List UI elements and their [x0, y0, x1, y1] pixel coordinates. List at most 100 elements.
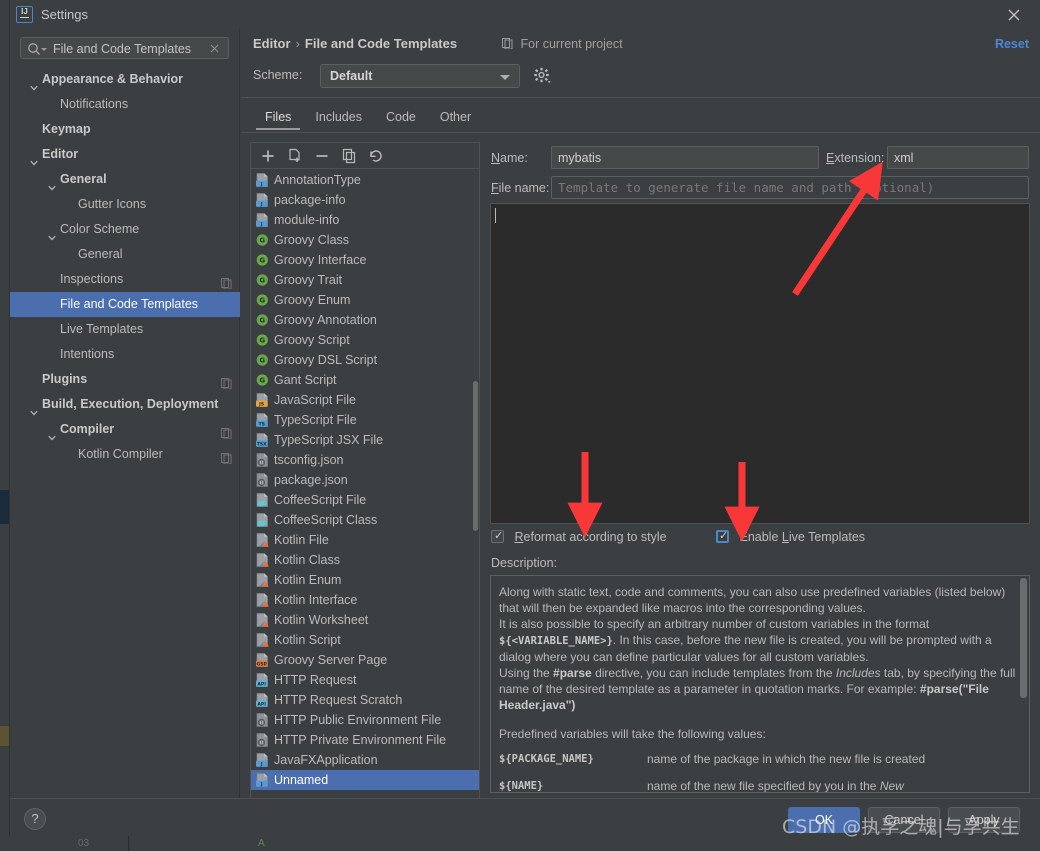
- template-list-item-label: Groovy Server Page: [274, 653, 388, 667]
- live-templates-checkbox-label[interactable]: Enable Live Templates: [739, 530, 865, 544]
- gear-icon[interactable]: [532, 66, 552, 86]
- add-child-icon[interactable]: [286, 147, 304, 165]
- template-list-item[interactable]: Kotlin Script: [251, 630, 479, 650]
- tab-files[interactable]: Files: [253, 105, 303, 130]
- chevron-down-icon[interactable]: [30, 76, 38, 91]
- clear-icon[interactable]: [208, 42, 221, 55]
- template-list-item[interactable]: Kotlin Worksheet: [251, 610, 479, 630]
- tab-other[interactable]: Other: [428, 105, 483, 130]
- sidebar-item-general[interactable]: General: [10, 167, 240, 192]
- template-list-item-label: JavaFXApplication: [274, 753, 378, 767]
- template-list-item[interactable]: Kotlin Interface: [251, 590, 479, 610]
- template-list-item[interactable]: J Unnamed: [251, 770, 479, 790]
- extension-input[interactable]: [887, 146, 1029, 169]
- sidebar-item-build-execution-deployment[interactable]: Build, Execution, Deployment: [10, 392, 240, 417]
- copy-icon[interactable]: [340, 147, 358, 165]
- sidebar-item-intentions[interactable]: Intentions: [10, 342, 240, 367]
- template-list-item[interactable]: API HTTP Request Scratch: [251, 690, 479, 710]
- parse-directive-token: #parse: [553, 666, 592, 680]
- list-scrollbar-thumb[interactable]: [473, 381, 478, 531]
- template-list-item[interactable]: API HTTP Request: [251, 670, 479, 690]
- template-list-item[interactable]: CoffeeScript File: [251, 490, 479, 510]
- ide-background-strip: [0, 0, 9, 851]
- template-list-item-label: Groovy Trait: [274, 273, 343, 287]
- template-list-item[interactable]: G Groovy Interface: [251, 250, 479, 270]
- chevron-down-icon[interactable]: [48, 226, 56, 241]
- reformat-checkbox[interactable]: ✓: [491, 530, 504, 543]
- ok-button[interactable]: OK: [788, 807, 860, 833]
- close-icon[interactable]: [1004, 5, 1024, 25]
- template-list-item[interactable]: G Groovy Enum: [251, 290, 479, 310]
- chevron-down-icon[interactable]: [30, 151, 38, 166]
- template-list-item[interactable]: G Gant Script: [251, 370, 479, 390]
- sidebar-item-kotlin-compiler[interactable]: Kotlin Compiler: [10, 442, 240, 467]
- chevron-down-icon[interactable]: [48, 426, 56, 441]
- template-list-item-label: tsconfig.json: [274, 453, 344, 467]
- breadcrumb-root[interactable]: Editor: [253, 36, 291, 51]
- template-list-item[interactable]: tsconfig.json: [251, 450, 479, 470]
- groovy-icon: G: [256, 373, 269, 387]
- template-list-item[interactable]: Kotlin Enum: [251, 570, 479, 590]
- template-list-item[interactable]: Kotlin File: [251, 530, 479, 550]
- template-list-item[interactable]: G Groovy Trait: [251, 270, 479, 290]
- name-input[interactable]: [551, 146, 819, 169]
- sidebar-item-keymap[interactable]: Keymap: [10, 117, 240, 142]
- add-icon[interactable]: [259, 147, 277, 165]
- sidebar-item-plugins[interactable]: Plugins: [10, 367, 240, 392]
- template-list-item[interactable]: TS TypeScript File: [251, 410, 479, 430]
- template-list-item[interactable]: G Groovy Class: [251, 230, 479, 250]
- template-list-item[interactable]: G Groovy Script: [251, 330, 479, 350]
- help-button[interactable]: ?: [24, 808, 46, 830]
- search-dropdown-caret-icon[interactable]: [41, 48, 47, 51]
- remove-icon[interactable]: [313, 147, 331, 165]
- scheme-select[interactable]: Default: [320, 64, 520, 88]
- template-list-item[interactable]: J AnnotationType: [251, 170, 479, 190]
- description-box[interactable]: Along with static text, code and comment…: [490, 575, 1030, 793]
- sidebar-item-live-templates[interactable]: Live Templates: [10, 317, 240, 342]
- sidebar-item-gutter-icons[interactable]: Gutter Icons: [10, 192, 240, 217]
- template-list-item[interactable]: package.json: [251, 470, 479, 490]
- template-list-item[interactable]: Kotlin Class: [251, 550, 479, 570]
- template-list[interactable]: J AnnotationType Jpackage-info Jmodule-info…: [251, 170, 479, 801]
- sidebar-item-label: Appearance & Behavior: [42, 72, 184, 86]
- description-label: Description:: [491, 556, 557, 570]
- tab-code[interactable]: Code: [374, 105, 428, 130]
- live-templates-checkbox[interactable]: ✓: [716, 530, 729, 543]
- reset-link[interactable]: Reset: [995, 37, 1029, 51]
- groovy-icon: G: [256, 353, 269, 367]
- sidebar-item-appearance-behavior[interactable]: Appearance & Behavior: [10, 67, 240, 92]
- template-list-item[interactable]: G Groovy Annotation: [251, 310, 479, 330]
- template-list-item[interactable]: GSP Groovy Server Page: [251, 650, 479, 670]
- svg-text:API: API: [257, 702, 266, 707]
- template-list-item[interactable]: CoffeeScript Class: [251, 510, 479, 530]
- apply-button[interactable]: Apply: [948, 807, 1020, 833]
- reformat-checkbox-label[interactable]: Reformat according to style: [514, 530, 666, 544]
- template-list-item[interactable]: G Groovy DSL Script: [251, 350, 479, 370]
- cancel-button[interactable]: Cancel: [868, 807, 940, 833]
- sidebar-item-file-and-code-templates[interactable]: File and Code Templates: [10, 292, 240, 317]
- template-list-item[interactable]: HTTP Private Environment File: [251, 730, 479, 750]
- sidebar-item-general[interactable]: General: [10, 242, 240, 267]
- template-list-item[interactable]: TSX TypeScript JSX File: [251, 430, 479, 450]
- template-list-item[interactable]: J JavaFXApplication: [251, 750, 479, 770]
- groovy-icon: G: [256, 273, 269, 287]
- template-list-item[interactable]: Jpackage-info: [251, 190, 479, 210]
- sidebar-item-label: Plugins: [42, 372, 88, 386]
- template-list-item[interactable]: Jmodule-info: [251, 210, 479, 230]
- sidebar-item-color-scheme[interactable]: Color Scheme: [10, 217, 240, 242]
- sidebar-item-inspections[interactable]: Inspections: [10, 267, 240, 292]
- template-body-editor[interactable]: [490, 203, 1030, 524]
- tab-includes[interactable]: Includes: [303, 105, 374, 130]
- sidebar-item-compiler[interactable]: Compiler: [10, 417, 240, 442]
- sidebar-item-editor[interactable]: Editor: [10, 142, 240, 167]
- reset-undo-icon[interactable]: [367, 147, 385, 165]
- chevron-down-icon[interactable]: [48, 176, 56, 191]
- search-input[interactable]: File and Code Templates: [20, 37, 229, 59]
- template-list-item[interactable]: HTTP Public Environment File: [251, 710, 479, 730]
- sidebar-item-notifications[interactable]: Notifications: [10, 92, 240, 117]
- chevron-down-icon[interactable]: [30, 401, 38, 416]
- description-scrollbar-thumb[interactable]: [1020, 578, 1027, 698]
- template-list-item-label: TypeScript JSX File: [274, 433, 384, 447]
- file-name-input[interactable]: [551, 176, 1029, 199]
- template-list-item[interactable]: JS JavaScript File: [251, 390, 479, 410]
